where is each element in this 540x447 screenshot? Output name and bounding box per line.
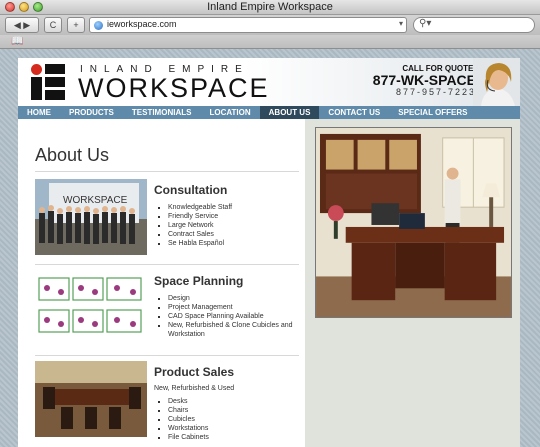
list-item: Chairs xyxy=(168,406,209,415)
svg-text:WORKSPACE: WORKSPACE xyxy=(63,195,128,206)
section-consultation: WORKSPACE Consultation ▪ Knowledgeable S… xyxy=(35,179,299,259)
browser-toolbar: ◀ ▶ C + ieworkspace.com ▾ ⚲▾ xyxy=(0,15,540,35)
window-titlebar: Inland Empire Workspace xyxy=(0,0,540,15)
window-title: Inland Empire Workspace xyxy=(207,1,333,13)
nav-about-us[interactable]: ABOUT US xyxy=(259,106,320,119)
section-title: Consultation xyxy=(154,183,228,197)
bullet-list: Desks Chairs Cubicles Workstations File … xyxy=(166,397,209,442)
bullet-list: Knowledgeable Staff Friendly Service Lar… xyxy=(166,203,232,248)
consultation-photo: WORKSPACE xyxy=(35,179,147,255)
site-header: INLAND EMPIRE WORKSPACE CALL FOR QUOTE! … xyxy=(18,58,520,106)
list-item: Design xyxy=(168,294,293,303)
page-viewport: INLAND EMPIRE WORKSPACE CALL FOR QUOTE! … xyxy=(0,49,540,447)
address-bar[interactable]: ieworkspace.com ▾ xyxy=(89,17,407,33)
office-hero-photo xyxy=(315,127,512,318)
list-item: CAD Space Planning Available xyxy=(168,312,293,321)
main-nav: HOME PRODUCTS TESTIMONIALS LOCATION ABOU… xyxy=(18,106,520,119)
chevron-down-icon[interactable]: ▾ xyxy=(399,19,403,28)
page-title: About Us xyxy=(35,145,110,165)
list-item: Contract Sales xyxy=(168,230,232,239)
section-space-planning: Space Planning Design Project Management… xyxy=(35,270,299,350)
section-title: Space Planning xyxy=(154,274,244,288)
address-input[interactable]: ieworkspace.com xyxy=(107,19,177,29)
space-planning-photo xyxy=(35,270,147,346)
list-item: Knowledgeable Staff xyxy=(168,203,232,212)
bookmarks-bar: 📖 xyxy=(0,35,540,49)
search-icon[interactable]: ⚲▾ xyxy=(419,18,431,29)
nav-location[interactable]: LOCATION xyxy=(200,106,259,119)
search-field[interactable]: ⚲▾ xyxy=(413,17,535,33)
nav-special-offers[interactable]: SPECIAL OFFERS xyxy=(389,106,476,119)
nav-home[interactable]: HOME xyxy=(18,106,60,119)
list-item: Se Habla Español xyxy=(168,239,232,248)
list-item: Project Management xyxy=(168,303,293,312)
divider xyxy=(35,171,299,172)
nav-contact-us[interactable]: CONTACT US xyxy=(319,106,389,119)
list-item: File Cabinets xyxy=(168,433,209,442)
globe-icon xyxy=(94,21,103,30)
nav-testimonials[interactable]: TESTIMONIALS xyxy=(123,106,201,119)
site-container: INLAND EMPIRE WORKSPACE CALL FOR QUOTE! … xyxy=(18,58,520,447)
bullet-list: Design Project Management CAD Space Plan… xyxy=(166,294,293,339)
main-content: About Us WORKSPACE Consultation ▪ Knowle… xyxy=(18,119,520,447)
back-forward-button[interactable]: ◀ ▶ xyxy=(5,17,39,33)
right-panel xyxy=(305,119,520,447)
call-for-quote: CALL FOR QUOTE! 877-WK-SPACE 877-957-722… xyxy=(336,64,476,97)
phone-digits: 877-957-7223 xyxy=(395,87,476,97)
section-product-sales: Product Sales New, Refurbished & Used De… xyxy=(35,361,299,447)
list-item: Cubicles xyxy=(168,415,209,424)
list-item: Large Network xyxy=(168,221,232,230)
divider xyxy=(35,264,299,265)
list-item: Desks xyxy=(168,397,209,406)
list-item: New, Refurbished & Clone Cubicles and xyxy=(168,321,293,330)
list-item: Friendly Service xyxy=(168,212,232,221)
reload-button[interactable]: C xyxy=(44,17,62,33)
section-subtitle: New, Refurbished & Used xyxy=(154,385,235,392)
logo-icon[interactable] xyxy=(31,64,65,100)
list-item: Workstation xyxy=(168,331,205,338)
operator-photo xyxy=(473,58,520,106)
section-title: Product Sales xyxy=(154,365,235,379)
nav-products[interactable]: PRODUCTS xyxy=(60,106,123,119)
book-icon[interactable]: 📖 xyxy=(11,36,23,47)
product-sales-photo xyxy=(35,361,147,437)
brand-name: WORKSPACE xyxy=(78,73,270,103)
divider xyxy=(35,355,299,356)
add-bookmark-button[interactable]: + xyxy=(67,17,85,33)
list-item: Workstations xyxy=(168,424,209,433)
phone-letters: 877-WK-SPACE xyxy=(372,72,476,88)
